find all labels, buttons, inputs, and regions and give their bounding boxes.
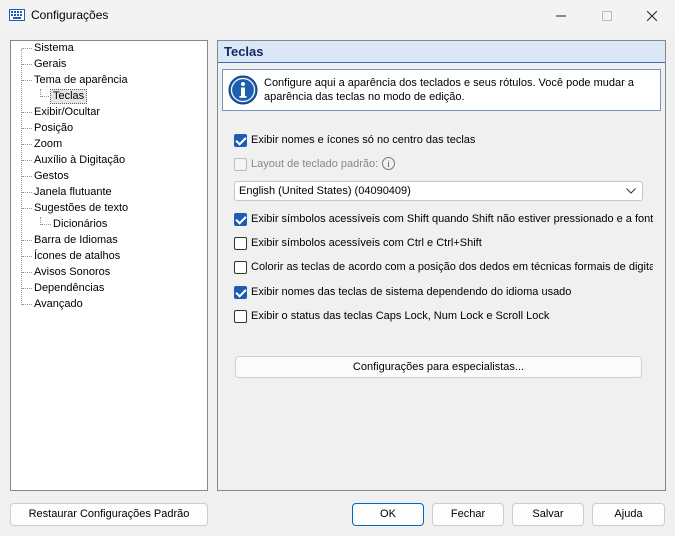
tree-item-sistema[interactable]: Sistema: [11, 41, 201, 56]
checkbox-center-labels[interactable]: [234, 134, 247, 147]
tree-item-tema[interactable]: Tema de aparência: [11, 73, 201, 88]
tree-item-label: Teclas: [50, 89, 88, 104]
option-row: Layout de teclado padrão: i: [234, 157, 654, 173]
option-row[interactable]: Colorir as teclas de acordo com a posiçã…: [234, 260, 653, 276]
tree-item-label: Gerais: [34, 58, 67, 70]
option-row[interactable]: Exibir o status das teclas Caps Lock, Nu…: [234, 309, 653, 325]
tree-item-gerais[interactable]: Gerais: [11, 57, 201, 72]
tree-item-dicionarios[interactable]: Dicionários: [11, 217, 201, 232]
minimize-button[interactable]: [538, 0, 584, 31]
help-button[interactable]: Ajuda: [592, 503, 665, 526]
tree-item-label: Sistema: [34, 42, 74, 54]
settings-tree[interactable]: Sistema Gerais Tema de aparência Teclas …: [10, 40, 208, 491]
tree-item-label: Sugestões de texto: [34, 202, 129, 214]
info-icon: [228, 75, 258, 105]
tree-item-icones[interactable]: Ícones de atalhos: [11, 249, 201, 264]
tree-item-label: Avançado: [34, 298, 83, 310]
tree-item-avisos[interactable]: Avisos Sonoros: [11, 265, 201, 280]
panel-title: Teclas: [224, 44, 264, 59]
option-label: Colorir as teclas de acordo com a posiçã…: [251, 261, 653, 273]
option-label: Exibir nomes e ícones só no centro das t…: [251, 134, 476, 146]
tree-item-label: Barra de Idiomas: [34, 234, 118, 246]
tree-item-label: Exibir/Ocultar: [34, 106, 101, 118]
chevron-down-icon: [626, 188, 636, 194]
option-label: Layout de teclado padrão:: [251, 158, 379, 170]
tree-item-dependencias[interactable]: Dependências: [11, 281, 201, 296]
checkbox-lock-status[interactable]: [234, 310, 247, 323]
window-title: Configurações: [31, 8, 109, 22]
info-text: Configure aqui a aparência dos teclados …: [264, 77, 634, 103]
tree-item-label: Ícones de atalhos: [34, 250, 121, 262]
tree-item-barra-idiomas[interactable]: Barra de Idiomas: [11, 233, 201, 248]
tree-item-avancado[interactable]: Avançado: [11, 297, 201, 312]
settings-panel: Teclas Configure aqui a aparência dos te…: [217, 40, 666, 491]
maximize-button[interactable]: [584, 0, 630, 31]
expert-settings-button[interactable]: Configurações para especialistas...: [235, 356, 642, 378]
ok-button[interactable]: OK: [352, 503, 424, 526]
tree-item-gestos[interactable]: Gestos: [11, 169, 201, 184]
tree-item-label: Posição: [34, 122, 74, 134]
minimize-icon: [556, 15, 566, 16]
tree-item-label: Avisos Sonoros: [34, 266, 111, 278]
option-label: Exibir o status das teclas Caps Lock, Nu…: [251, 310, 550, 322]
maximize-icon: [602, 10, 612, 21]
checkbox-ctrl-symbols[interactable]: [234, 237, 247, 250]
info-small-icon[interactable]: i: [382, 157, 395, 170]
tree-item-label: Dicionários: [53, 218, 108, 230]
tree-item-exibir-ocultar[interactable]: Exibir/Ocultar: [11, 105, 201, 120]
option-row[interactable]: Exibir nomes e ícones só no centro das t…: [234, 133, 654, 149]
tree-item-sugestoes[interactable]: Sugestões de texto: [11, 201, 201, 216]
close-icon: [647, 10, 657, 21]
option-label: Exibir nomes das teclas de sistema depen…: [251, 286, 572, 298]
close-button[interactable]: Fechar: [432, 503, 504, 526]
tree-item-label: Janela flutuante: [34, 186, 112, 198]
tree-item-auxilio[interactable]: Auxílio à Digitação: [11, 153, 201, 168]
tree-item-posicao[interactable]: Posição: [11, 121, 201, 136]
option-label: Exibir símbolos acessíveis com Ctrl e Ct…: [251, 237, 482, 249]
restore-defaults-button[interactable]: Restaurar Configurações Padrão: [10, 503, 208, 526]
close-window-button[interactable]: [629, 0, 675, 31]
checkbox-color-keys[interactable]: [234, 261, 247, 274]
option-row[interactable]: Exibir símbolos acessíveis com Shift qua…: [234, 212, 653, 228]
keyboard-app-icon: [9, 9, 25, 21]
select-value: English (United States) (04090409): [239, 185, 411, 197]
tree-item-label: Zoom: [34, 138, 63, 150]
checkbox-default-layout[interactable]: [234, 158, 247, 171]
save-button[interactable]: Salvar: [512, 503, 584, 526]
keyboard-layout-select[interactable]: English (United States) (04090409): [234, 181, 643, 201]
option-row[interactable]: Exibir nomes das teclas de sistema depen…: [234, 285, 653, 301]
option-label: Exibir símbolos acessíveis com Shift qua…: [251, 213, 653, 225]
panel-header: Teclas: [218, 41, 665, 63]
title-bar: Configurações: [0, 0, 675, 31]
tree-item-label: Auxílio à Digitação: [34, 154, 126, 166]
tree-item-janela[interactable]: Janela flutuante: [11, 185, 201, 200]
info-box: Configure aqui a aparência dos teclados …: [222, 69, 661, 111]
tree-item-label: Tema de aparência: [34, 74, 128, 86]
tree-item-label: Dependências: [34, 282, 105, 294]
checkbox-shift-symbols[interactable]: [234, 213, 247, 226]
option-row[interactable]: Exibir símbolos acessíveis com Ctrl e Ct…: [234, 236, 653, 252]
checkbox-system-key-names[interactable]: [234, 286, 247, 299]
tree-item-label: Gestos: [34, 170, 69, 182]
tree-item-zoom[interactable]: Zoom: [11, 137, 201, 152]
tree-item-teclas[interactable]: Teclas: [11, 89, 201, 104]
